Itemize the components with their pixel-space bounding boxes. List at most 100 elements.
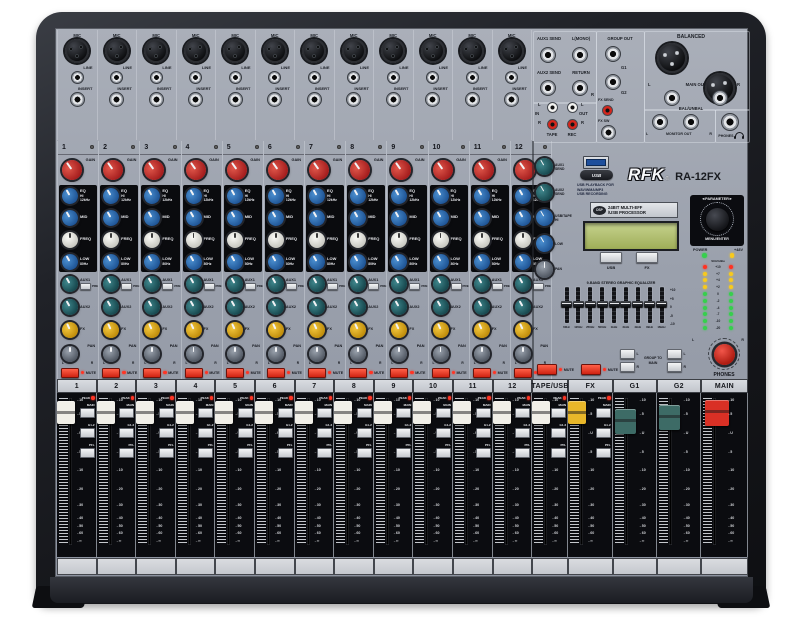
hi-eq-knob[interactable] xyxy=(141,185,163,207)
gain-knob[interactable] xyxy=(346,156,374,184)
aux1-knob[interactable] xyxy=(59,273,81,295)
group-assign-button[interactable] xyxy=(596,428,611,438)
low-eq-knob[interactable] xyxy=(388,251,410,273)
fader-cap[interactable] xyxy=(659,405,680,430)
aux2-knob[interactable] xyxy=(59,296,81,318)
low-eq-knob[interactable] xyxy=(100,251,122,273)
aux1-knob[interactable] xyxy=(265,273,287,295)
gain-knob[interactable] xyxy=(99,156,127,184)
mute-button[interactable] xyxy=(349,368,367,378)
main-assign-button[interactable] xyxy=(476,408,491,418)
mid-freq-knob[interactable] xyxy=(391,232,407,248)
pre-button[interactable] xyxy=(286,283,297,290)
mid-freq-knob[interactable] xyxy=(227,232,243,248)
aux2-knob[interactable] xyxy=(388,296,410,318)
tape-aux1-knob[interactable] xyxy=(533,155,556,178)
gain-knob[interactable] xyxy=(387,156,415,184)
tape-aux2-knob[interactable] xyxy=(533,181,556,204)
mid-eq-knob[interactable] xyxy=(100,207,122,229)
geq-slider-cap[interactable] xyxy=(620,301,631,307)
gain-knob[interactable] xyxy=(58,156,86,184)
geq-band-slider[interactable] xyxy=(648,287,652,323)
pan-knob[interactable] xyxy=(268,346,284,362)
phones-knob[interactable] xyxy=(714,344,735,365)
tape-low-eq-knob[interactable] xyxy=(533,232,556,255)
fx-knob[interactable] xyxy=(101,319,122,340)
hi-eq-knob[interactable] xyxy=(59,185,81,207)
mid-eq-knob[interactable] xyxy=(59,207,81,229)
fader-cap[interactable] xyxy=(334,401,352,424)
mid-eq-knob[interactable] xyxy=(306,207,328,229)
mute-button[interactable] xyxy=(390,368,408,378)
pfl-button[interactable] xyxy=(551,448,566,458)
geq-band-slider[interactable] xyxy=(600,287,604,323)
aux2-knob[interactable] xyxy=(224,296,246,318)
fx-knob[interactable] xyxy=(265,319,286,340)
geq-band-slider[interactable] xyxy=(612,287,616,323)
hi-eq-knob[interactable] xyxy=(347,185,369,207)
fader-cap[interactable] xyxy=(493,401,511,424)
fx-knob[interactable] xyxy=(306,319,327,340)
main-assign-button[interactable] xyxy=(119,408,134,418)
fx-mode-button[interactable] xyxy=(636,252,658,263)
main-assign-button[interactable] xyxy=(357,408,372,418)
aux2-knob[interactable] xyxy=(100,296,122,318)
main-assign-button[interactable] xyxy=(198,408,213,418)
fader-cap[interactable] xyxy=(413,401,431,424)
geq-band-slider[interactable] xyxy=(565,287,569,323)
hi-eq-knob[interactable] xyxy=(224,185,246,207)
pfl-button[interactable] xyxy=(515,448,530,458)
aux1-knob[interactable] xyxy=(388,273,410,295)
gain-knob[interactable] xyxy=(429,156,457,184)
geq-band-slider[interactable] xyxy=(576,287,580,323)
group1-to-main-r-button[interactable] xyxy=(620,362,635,372)
fader-cap[interactable] xyxy=(176,401,194,424)
gain-knob[interactable] xyxy=(264,156,292,184)
pfl-button[interactable] xyxy=(278,448,293,458)
pfl-button[interactable] xyxy=(119,448,134,458)
fx-knob[interactable] xyxy=(471,319,492,340)
tape-hi-eq-knob[interactable] xyxy=(533,206,556,229)
low-eq-knob[interactable] xyxy=(265,251,287,273)
geq-slider-cap[interactable] xyxy=(585,301,596,307)
gain-knob[interactable] xyxy=(182,156,210,184)
pfl-button[interactable] xyxy=(436,448,451,458)
pan-knob[interactable] xyxy=(62,346,78,362)
pan-knob[interactable] xyxy=(186,346,202,362)
pre-button[interactable] xyxy=(368,283,379,290)
hi-eq-knob[interactable] xyxy=(430,185,452,207)
mid-freq-knob[interactable] xyxy=(474,232,490,248)
fader-cap[interactable] xyxy=(97,401,115,424)
group-assign-button[interactable] xyxy=(119,428,134,438)
mid-freq-knob[interactable] xyxy=(309,232,325,248)
group-assign-button[interactable] xyxy=(159,428,174,438)
mid-eq-knob[interactable] xyxy=(224,207,246,229)
pfl-button[interactable] xyxy=(80,448,95,458)
aux2-knob[interactable] xyxy=(512,296,534,318)
low-eq-knob[interactable] xyxy=(141,251,163,273)
fx-mute-button[interactable] xyxy=(581,364,601,375)
pre-button[interactable] xyxy=(121,283,132,290)
group-assign-button[interactable] xyxy=(317,428,332,438)
group-assign-button[interactable] xyxy=(515,428,530,438)
group-assign-button[interactable] xyxy=(436,428,451,438)
mid-eq-knob[interactable] xyxy=(512,207,534,229)
aux2-knob[interactable] xyxy=(183,296,205,318)
mid-freq-knob[interactable] xyxy=(103,232,119,248)
group-assign-button[interactable] xyxy=(80,428,95,438)
pre-button[interactable] xyxy=(492,283,503,290)
pan-knob[interactable] xyxy=(103,346,119,362)
pre-button[interactable] xyxy=(533,283,544,290)
aux2-knob[interactable] xyxy=(306,296,328,318)
aux2-knob[interactable] xyxy=(347,296,369,318)
geq-slider-cap[interactable] xyxy=(656,301,667,307)
main-assign-button[interactable] xyxy=(551,408,566,418)
fx-knob[interactable] xyxy=(142,319,163,340)
mid-eq-knob[interactable] xyxy=(430,207,452,229)
pan-knob[interactable] xyxy=(309,346,325,362)
fader-cap[interactable] xyxy=(532,401,550,424)
mid-freq-knob[interactable] xyxy=(515,232,531,248)
main-assign-button[interactable] xyxy=(396,408,411,418)
mid-eq-knob[interactable] xyxy=(471,207,493,229)
fader-cap[interactable] xyxy=(57,401,75,424)
